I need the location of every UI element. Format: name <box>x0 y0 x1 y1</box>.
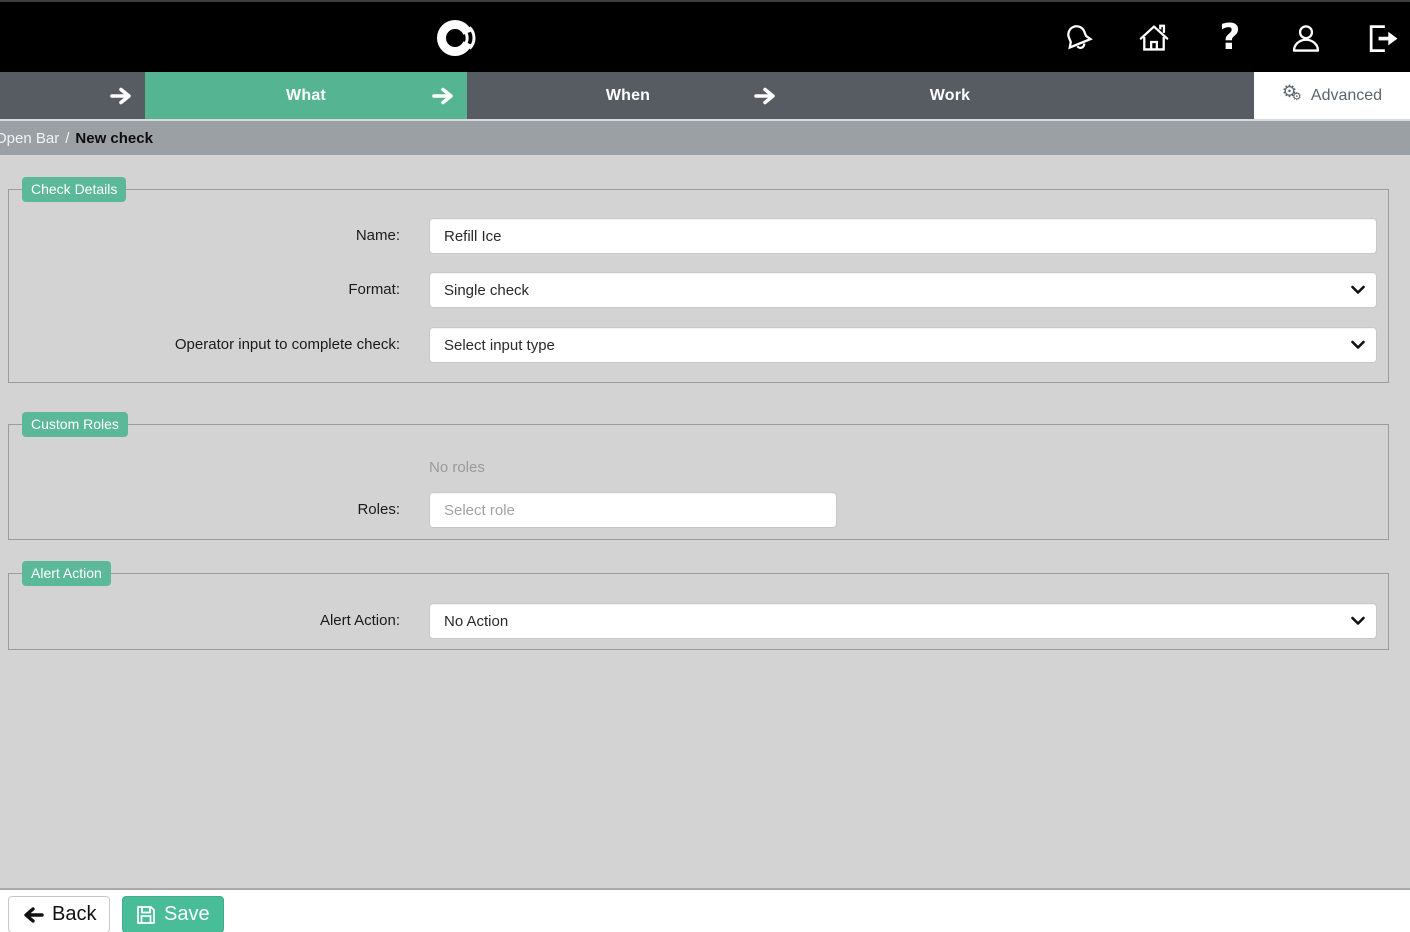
name-label: Name: <box>9 218 400 254</box>
logout-button[interactable] <box>1365 18 1399 58</box>
gears-icon: ⚙⚙ <box>1282 85 1304 107</box>
name-row: Name: <box>9 218 1388 254</box>
step-what[interactable]: What <box>145 72 467 119</box>
breadcrumb-current: New check <box>75 130 153 147</box>
back-button[interactable]: Back <box>8 896 110 932</box>
alert-action-row: Alert Action: No Action <box>9 603 1388 639</box>
question-mark-icon: ? <box>1220 20 1241 56</box>
custom-roles-section-title: Custom Roles <box>22 412 128 437</box>
operator-input-row: Operator input to complete check: Select… <box>9 327 1388 363</box>
breadcrumb-parent[interactable]: Open Bar <box>0 130 59 147</box>
notifications-button[interactable] <box>1061 18 1095 58</box>
bell-icon <box>1057 17 1099 59</box>
alert-action-section-title: Alert Action <box>22 561 111 586</box>
format-select[interactable]: Single check <box>429 272 1377 308</box>
roles-label: Roles: <box>9 492 400 528</box>
arrow-right-icon <box>432 86 455 105</box>
roles-row: Roles: <box>9 492 1388 528</box>
save-button-label: Save <box>164 903 210 926</box>
alert-action-select[interactable]: No Action <box>429 603 1377 639</box>
format-label: Format: <box>9 272 400 308</box>
no-roles-text: No roles <box>429 459 485 476</box>
check-details-section: Check Details Name: Format: Single check… <box>8 189 1389 383</box>
alert-action-label: Alert Action: <box>9 603 400 639</box>
logout-icon <box>1366 22 1398 54</box>
step-what-label: What <box>286 87 326 105</box>
home-button[interactable] <box>1137 18 1171 58</box>
step-previous[interactable] <box>0 72 145 119</box>
operator-input-label: Operator input to complete check: <box>9 327 400 363</box>
advanced-button[interactable]: ⚙⚙ Advanced <box>1254 72 1410 119</box>
top-bar: ? <box>0 0 1410 72</box>
user-account-button[interactable] <box>1289 18 1323 58</box>
roles-input[interactable] <box>429 492 837 528</box>
breadcrumb-separator: / <box>65 130 69 147</box>
step-work-label: Work <box>930 87 971 105</box>
step-when[interactable]: When <box>467 72 789 119</box>
home-icon <box>1138 22 1170 54</box>
advanced-button-label: Advanced <box>1311 87 1382 105</box>
app-logo-icon[interactable] <box>433 13 485 63</box>
save-button[interactable]: Save <box>122 896 224 932</box>
breadcrumb: Open Bar / New check <box>0 119 1410 155</box>
back-button-label: Back <box>52 903 96 926</box>
help-button[interactable]: ? <box>1213 18 1247 58</box>
arrow-left-icon <box>22 906 44 924</box>
step-work[interactable]: Work <box>789 72 1111 119</box>
arrow-right-icon <box>754 86 777 105</box>
user-icon <box>1290 22 1322 54</box>
wizard-stepper: What When Work ⚙⚙ Advanced <box>0 72 1410 119</box>
operator-input-select[interactable]: Select input type <box>429 327 1377 363</box>
floppy-disk-icon <box>136 905 156 925</box>
custom-roles-section: Custom Roles No roles Roles: <box>8 424 1389 540</box>
page: ? What <box>0 0 1410 932</box>
alert-action-section: Alert Action Alert Action: No Action <box>8 573 1389 650</box>
name-input[interactable] <box>429 218 1377 254</box>
arrow-right-icon <box>110 86 133 105</box>
footer-bar: Back Save <box>0 888 1410 932</box>
step-when-label: When <box>606 87 650 105</box>
topbar-nav: ? <box>1061 2 1399 74</box>
app-logo-icon <box>433 13 485 63</box>
format-row: Format: Single check <box>9 272 1388 308</box>
check-details-section-title: Check Details <box>22 177 126 202</box>
